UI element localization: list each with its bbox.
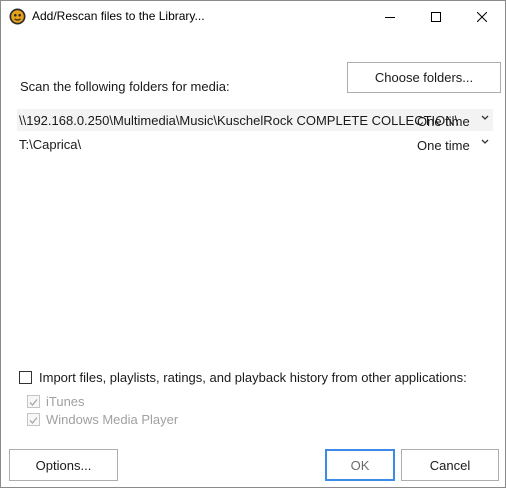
options-button[interactable]: Options... (9, 449, 118, 481)
folder-row[interactable]: T:\Caprica\ One time (17, 133, 493, 155)
windows-media-player-label: Windows Media Player (46, 412, 179, 427)
mediamonkey-icon (9, 8, 26, 25)
title-bar[interactable]: Add/Rescan files to the Library... (1, 1, 505, 32)
import-label[interactable]: Import files, playlists, ratings, and pl… (39, 370, 467, 385)
window-title: Add/Rescan files to the Library... (32, 9, 205, 23)
ok-button[interactable]: OK (325, 449, 395, 481)
chevron-down-icon[interactable] (480, 110, 490, 124)
folder-row[interactable]: \\192.168.0.250\Multimedia\Music\Kuschel… (17, 109, 493, 131)
scan-folders-label: Scan the following folders for media: (20, 79, 230, 94)
folder-list[interactable]: \\192.168.0.250\Multimedia\Music\Kuschel… (17, 109, 493, 155)
close-button[interactable] (459, 1, 505, 32)
checkmark-icon (29, 399, 38, 406)
itunes-label: iTunes (46, 394, 85, 409)
windows-media-player-checkbox (27, 413, 40, 426)
minimize-icon (385, 16, 395, 18)
folder-path: T:\Caprica\ (19, 137, 82, 152)
maximize-button[interactable] (413, 1, 459, 32)
minimize-button[interactable] (367, 1, 413, 32)
scan-frequency-dropdown[interactable]: One time (417, 114, 470, 129)
chevron-down-icon[interactable] (480, 134, 490, 148)
import-checkbox[interactable] (19, 371, 32, 384)
itunes-checkbox (27, 395, 40, 408)
cancel-button[interactable]: Cancel (401, 449, 499, 481)
folder-path: \\192.168.0.250\Multimedia\Music\Kuschel… (19, 113, 459, 128)
add-rescan-dialog: Add/Rescan files to the Library... Scan … (0, 0, 506, 488)
scan-frequency-dropdown[interactable]: One time (417, 138, 470, 153)
checkmark-icon (29, 417, 38, 424)
close-icon (477, 11, 487, 22)
choose-folders-button[interactable]: Choose folders... (347, 62, 501, 93)
maximize-icon (431, 11, 441, 22)
